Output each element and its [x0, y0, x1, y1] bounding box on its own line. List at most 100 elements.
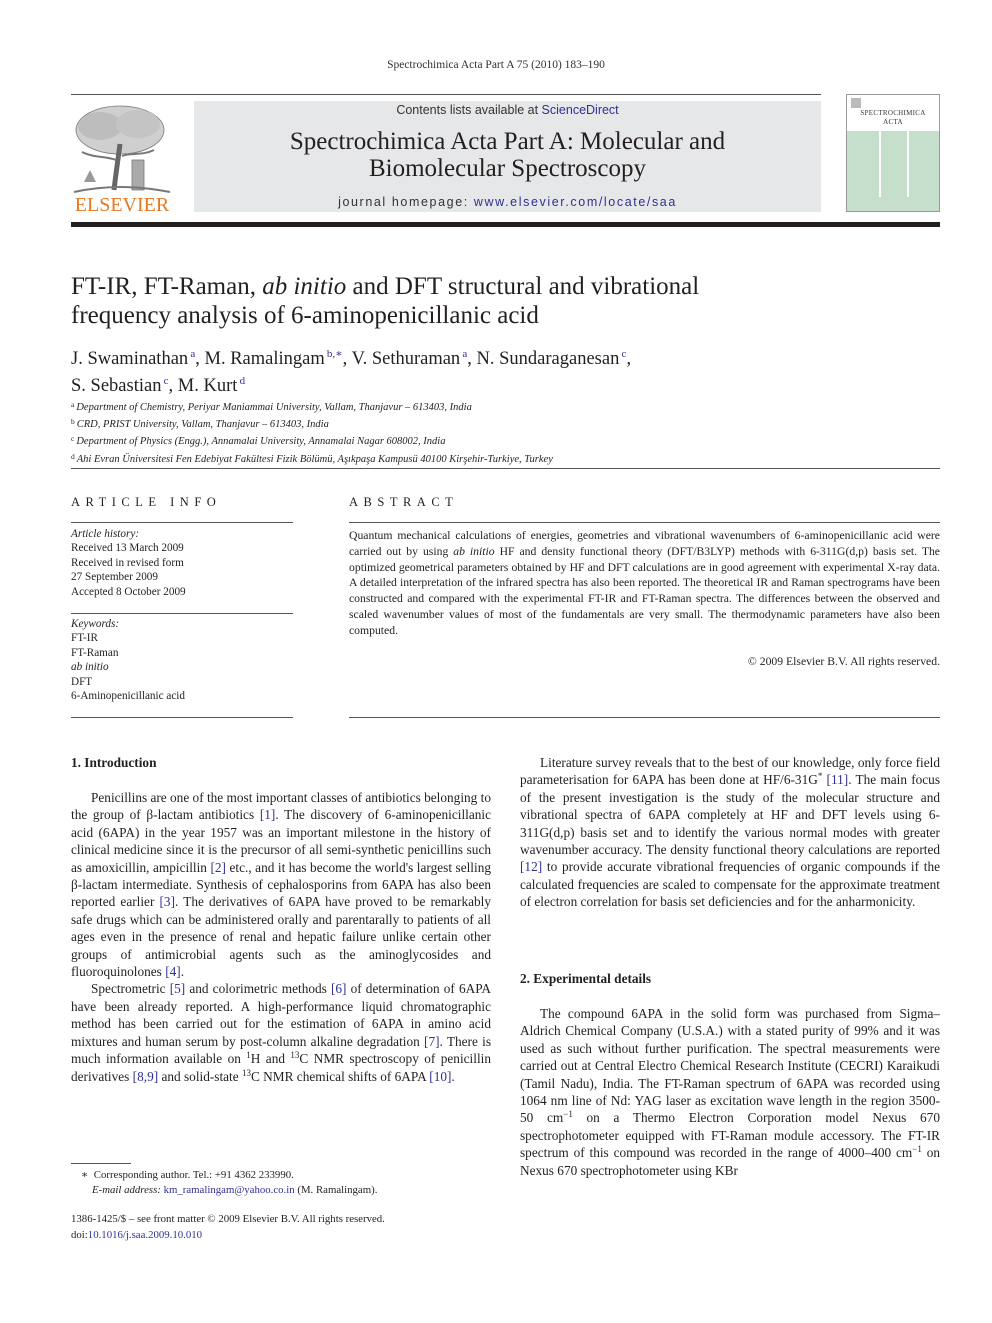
author-affiliation-marker[interactable]: b,∗	[325, 348, 343, 360]
affiliation-item: b CRD, PRIST University, Vallam, Thanjavu…	[71, 415, 771, 432]
superscript: 13	[241, 1067, 251, 1078]
paragraph: Penicillins are one of the most importan…	[71, 789, 491, 980]
sciencedirect-link[interactable]: ScienceDirect	[542, 103, 619, 117]
citation-link[interactable]: [5]	[170, 981, 186, 996]
footnote-rule	[71, 1163, 131, 1164]
author-separator: ,	[342, 349, 352, 369]
abstract-divider	[349, 717, 940, 718]
email-suffix: (M. Ramalingam).	[294, 1183, 378, 1196]
superscript: −1	[912, 1144, 922, 1155]
citation-link[interactable]: [1]	[260, 807, 276, 822]
citation-link[interactable]: [3]	[160, 894, 176, 909]
text-run: C NMR chemical shifts of 6APA	[250, 1068, 430, 1084]
citation-link[interactable]: [7]	[424, 1034, 440, 1049]
affiliation-key: c	[71, 434, 75, 444]
author-affiliation-marker[interactable]: d	[237, 375, 246, 387]
cover-title-line-2: ACTA	[883, 118, 903, 126]
paragraph: Spectrometric [5] and colorimetric metho…	[71, 980, 491, 1084]
doi-label: doi:	[71, 1228, 88, 1241]
introduction-body-continued: Literature survey reveals that to the be…	[520, 754, 940, 911]
footnote-line: E-mail address: km_ramalingam@yahoo.co.i…	[81, 1183, 491, 1198]
journal-title-line-2: Biomolecular Spectroscopy	[368, 155, 646, 182]
history-item: 27 September 2009	[71, 571, 158, 584]
journal-homepage-link[interactable]: www.elsevier.com/locate/saa	[474, 195, 677, 209]
citation-link[interactable]: [4]	[165, 964, 181, 979]
affiliation-key: a	[71, 400, 75, 409]
cover-green-panel	[847, 131, 939, 211]
affiliation-text: Department of Chemistry, Periyar Maniamm…	[76, 402, 472, 413]
affiliation-text: Department of Physics (Engg.), Annamalai…	[76, 436, 446, 448]
cover-title-line-1: SPECTROCHIMICA	[860, 109, 926, 117]
abstract-heading: ABSTRACT	[349, 495, 459, 509]
text-run: Spectrometric	[91, 981, 170, 997]
author-separator: ,	[626, 349, 632, 369]
keyword-item: 6-Aminopenicillanic acid	[71, 690, 186, 703]
text-run: .	[451, 1068, 455, 1084]
abstract-divider	[349, 522, 940, 523]
experimental-body: The compound 6APA in the solid form was …	[520, 1005, 940, 1179]
doi-line: doi:10.1016/j.saa.2009.10.010	[71, 1228, 491, 1244]
author-name: M. Kurt	[177, 376, 238, 396]
keyword-item: DFT	[71, 675, 93, 688]
citation-link[interactable]: [6]	[331, 981, 347, 996]
author-name: S. Sebastian	[71, 376, 162, 396]
text-run: on a Thermo Electron Corporation model N…	[520, 1110, 940, 1161]
history-item: Accepted 8 October 2009	[71, 585, 186, 598]
contents-availability-line: Contents lists available at ScienceDirec…	[194, 103, 821, 117]
journal-homepage-line: journal homepage: www.elsevier.com/locat…	[194, 195, 821, 209]
front-matter-text: 1386-1425/$ – see front matter © 2009 El…	[71, 1213, 385, 1225]
email-link[interactable]: km_ramalingam@yahoo.co.in	[164, 1184, 295, 1196]
history-item: Received 13 March 2009	[71, 542, 184, 555]
article-info-divider	[71, 522, 293, 523]
masthead-top-rule	[71, 94, 821, 95]
journal-title: Spectrochimica Acta Part A: Molecular an…	[194, 128, 821, 182]
author-affiliation-marker[interactable]: c	[161, 375, 169, 387]
text-run: H and	[250, 1051, 291, 1067]
author-name: M. Ramalingam	[204, 349, 325, 369]
publisher-logo-text: ELSEVIER	[74, 194, 170, 216]
history-item: Received in revised form	[71, 556, 184, 569]
journal-cover-thumbnail: SPECTROCHIMICA ACTA	[846, 94, 940, 212]
article-title: FT-IR, FT-Raman, ab initio and DFT struc…	[71, 272, 771, 330]
title-italic-text: ab initio	[262, 273, 347, 300]
citation-link[interactable]: [11]	[827, 772, 849, 787]
affiliation-key: d	[71, 451, 75, 461]
cover-stripe	[879, 131, 881, 197]
article-info-divider	[71, 613, 293, 614]
footnote-line: ∗ Corresponding author. Tel.: +91 4362 2…	[81, 1168, 491, 1183]
corresponding-author-text: Corresponding author. Tel.: +91 4362 233…	[93, 1169, 294, 1181]
section-heading-experimental: 2. Experimental details	[520, 971, 652, 986]
citation-link[interactable]: [8,9]	[133, 1069, 158, 1084]
journal-title-line-1: Spectrochimica Acta Part A: Molecular an…	[289, 128, 726, 155]
article-info-divider	[71, 717, 293, 718]
author-name: N. Sundaraganesan	[476, 349, 620, 369]
article-info-heading: ARTICLE INFO	[71, 495, 222, 509]
citation-link[interactable]: [2]	[210, 860, 226, 875]
affiliation-text: CRD, PRIST University, Vallam, Thanjavur…	[76, 419, 329, 431]
author-list: J. Swaminathan a, M. Ramalingam b,∗, V. …	[71, 343, 771, 397]
text-run: The compound 6APA in the solid form was …	[520, 1006, 940, 1126]
cover-publisher-icon	[851, 98, 861, 108]
citation-link[interactable]: [12]	[520, 859, 542, 874]
citation-link[interactable]: [10]	[429, 1069, 451, 1084]
footnote-star: ∗	[81, 1169, 89, 1181]
keywords-label: Keywords:	[71, 618, 120, 630]
doi-link[interactable]: 10.1016/j.saa.2009.10.010	[88, 1229, 202, 1241]
author-separator: ,	[467, 349, 477, 369]
corresponding-author-footnote: ∗ Corresponding author. Tel.: +91 4362 2…	[71, 1168, 491, 1197]
text-run: to provide accurate vibrational frequenc…	[520, 859, 940, 910]
affiliation-item: a Department of Chemistry, Periyar Maniam…	[71, 398, 771, 415]
superscript: −1	[563, 1109, 573, 1120]
abstract-italic-segment: ab initio	[453, 544, 495, 558]
abstract-copyright: © 2009 Elsevier B.V. All rights reserved…	[747, 655, 940, 668]
text-run: and solid-state	[158, 1068, 242, 1084]
contents-prefix: Contents lists available at	[396, 103, 542, 117]
author-name: J. Swaminathan	[71, 349, 189, 369]
author-separator: ,	[195, 349, 205, 369]
text-run: and colorimetric methods	[185, 981, 331, 997]
introduction-body: Penicillins are one of the most importan…	[71, 789, 491, 1085]
text-run: .	[180, 964, 185, 980]
keyword-item: ab initio	[71, 661, 109, 674]
header-divider	[71, 468, 940, 469]
keywords: Keywords: FT-IR FT-Raman ab initio DFT 6…	[71, 617, 293, 703]
